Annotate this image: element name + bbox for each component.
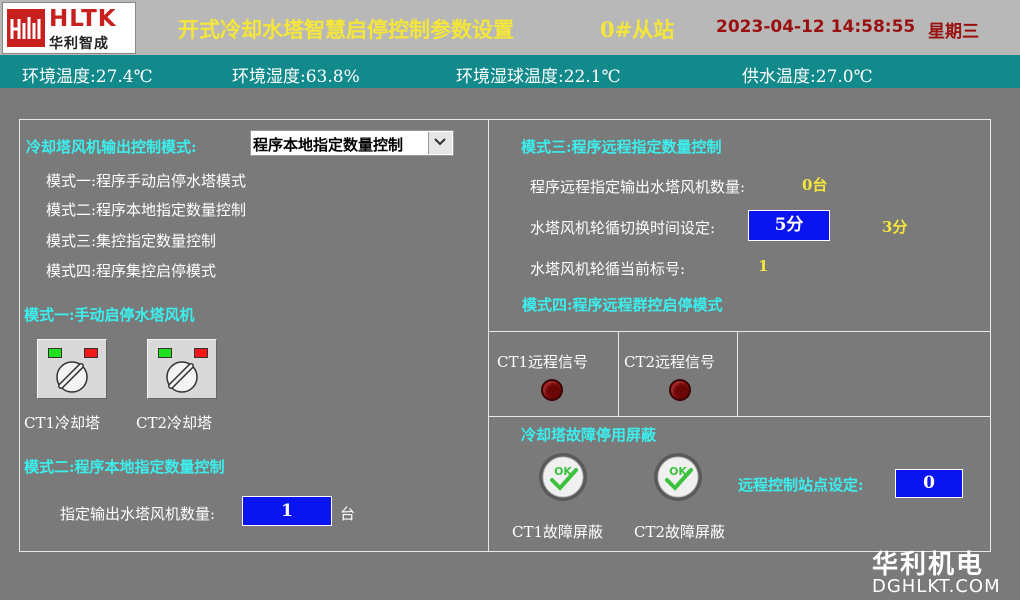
ct1-ok-text: OK (554, 465, 572, 478)
logo-mark-icon (7, 9, 45, 47)
environment-info-bar: 环境温度:27.4℃ 环境湿度:63.8% 环境湿球温度:22.1℃ 供水温度:… (0, 55, 1020, 88)
wet-bulb-temp-readout: 环境湿球温度:22.1℃ (456, 67, 621, 87)
company-logo: HLTK 华利智成 (2, 2, 136, 54)
control-mode-selected-value: 程序本地指定数量控制 (253, 136, 404, 154)
panel-divider-horizontal-1 (488, 331, 991, 332)
ct2-run-indicator (158, 348, 172, 358)
panel-divider-horizontal-2 (488, 416, 991, 417)
ct2-selector-switch[interactable] (147, 339, 217, 399)
remote-count-value: 0台 (802, 176, 828, 194)
ct2-fault-shield-label: CT2故障屏蔽 (634, 523, 726, 541)
cycle-index-value: 1 (758, 257, 769, 275)
ct1-run-indicator (48, 348, 62, 358)
mode-list-item-3: 模式三:集控指定数量控制 (46, 232, 217, 250)
ct1-fault-shield-ok-icon[interactable]: OK (538, 452, 588, 502)
cycle-index-label: 水塔风机轮循当前标号: (530, 260, 686, 278)
mode4-section-title: 模式四:程序远程群控启停模式 (522, 296, 723, 314)
fault-shield-section-title: 冷却塔故障停用屏蔽 (521, 426, 657, 444)
remote-station-input[interactable]: 0 (895, 469, 963, 498)
supply-water-temp-readout: 供水温度:27.0℃ (742, 67, 873, 87)
mode2-section-title: 模式二:程序本地指定数量控制 (24, 458, 225, 476)
mode-list-item-2: 模式二:程序本地指定数量控制 (46, 201, 247, 219)
ct2-switch-label: CT2冷却塔 (136, 414, 213, 432)
signal-divider-1 (618, 331, 619, 416)
ct2-remote-signal-lamp (669, 379, 691, 401)
ambient-humidity-readout: 环境湿度:63.8% (232, 67, 360, 87)
remote-count-label: 程序远程指定输出水塔风机数量: (530, 178, 746, 196)
ct1-selector-switch[interactable] (37, 339, 107, 399)
ct1-stop-indicator (84, 348, 98, 358)
rotary-knob-icon (166, 361, 198, 393)
chevron-down-icon[interactable] (428, 132, 452, 154)
mode-list-item-4: 模式四:程序集控启停模式 (46, 262, 217, 280)
cycle-time-input[interactable]: 5分 (748, 210, 830, 241)
rotary-knob-icon (56, 361, 88, 393)
signal-divider-2 (737, 331, 738, 416)
current-weekday: 星期三 (928, 22, 979, 42)
control-mode-label: 冷却塔风机输出控制模式: (26, 138, 197, 156)
mode1-section-title: 模式一:手动启停水塔风机 (24, 306, 195, 324)
ct1-remote-signal-label: CT1远程信号 (497, 353, 589, 371)
ct2-remote-signal-label: CT2远程信号 (624, 353, 716, 371)
ct2-fault-shield-ok-icon[interactable]: OK (653, 452, 703, 502)
cycle-time-current: 3分 (882, 218, 908, 236)
ct1-fault-shield-label: CT1故障屏蔽 (512, 523, 604, 541)
fan-count-label: 指定输出水塔风机数量: (60, 505, 216, 523)
mode-list-item-1: 模式一:程序手动启停水塔模式 (46, 172, 247, 190)
page-title: 开式冷却水塔智慧启停控制参数设置 (178, 17, 514, 42)
mode3-section-title: 模式三:程序远程指定数量控制 (521, 138, 722, 156)
control-mode-dropdown[interactable]: 程序本地指定数量控制 (250, 130, 454, 156)
fan-count-unit: 台 (340, 505, 356, 523)
ct1-remote-signal-lamp (541, 379, 563, 401)
ct1-switch-label: CT1冷却塔 (24, 414, 101, 432)
logo-text: HLTK (49, 6, 117, 32)
remote-station-label: 远程控制站点设定: (738, 476, 864, 494)
fan-count-input[interactable]: 1 (242, 496, 332, 526)
station-label: 0#从站 (600, 17, 675, 42)
cycle-time-label: 水塔风机轮循切换时间设定: (530, 219, 716, 237)
header-bar: HLTK 华利智成 开式冷却水塔智慧启停控制参数设置 0#从站 2023-04-… (0, 0, 1020, 55)
ct2-ok-text: OK (669, 465, 687, 478)
current-datetime: 2023-04-12 14:58:55 (716, 17, 916, 37)
logo-subtitle: 华利智成 (49, 36, 109, 52)
watermark-url: DGHLKT.COM (872, 576, 1001, 597)
ambient-temp-readout: 环境温度:27.4℃ (22, 67, 153, 87)
panel-divider-vertical (488, 119, 489, 552)
ct2-stop-indicator (194, 348, 208, 358)
